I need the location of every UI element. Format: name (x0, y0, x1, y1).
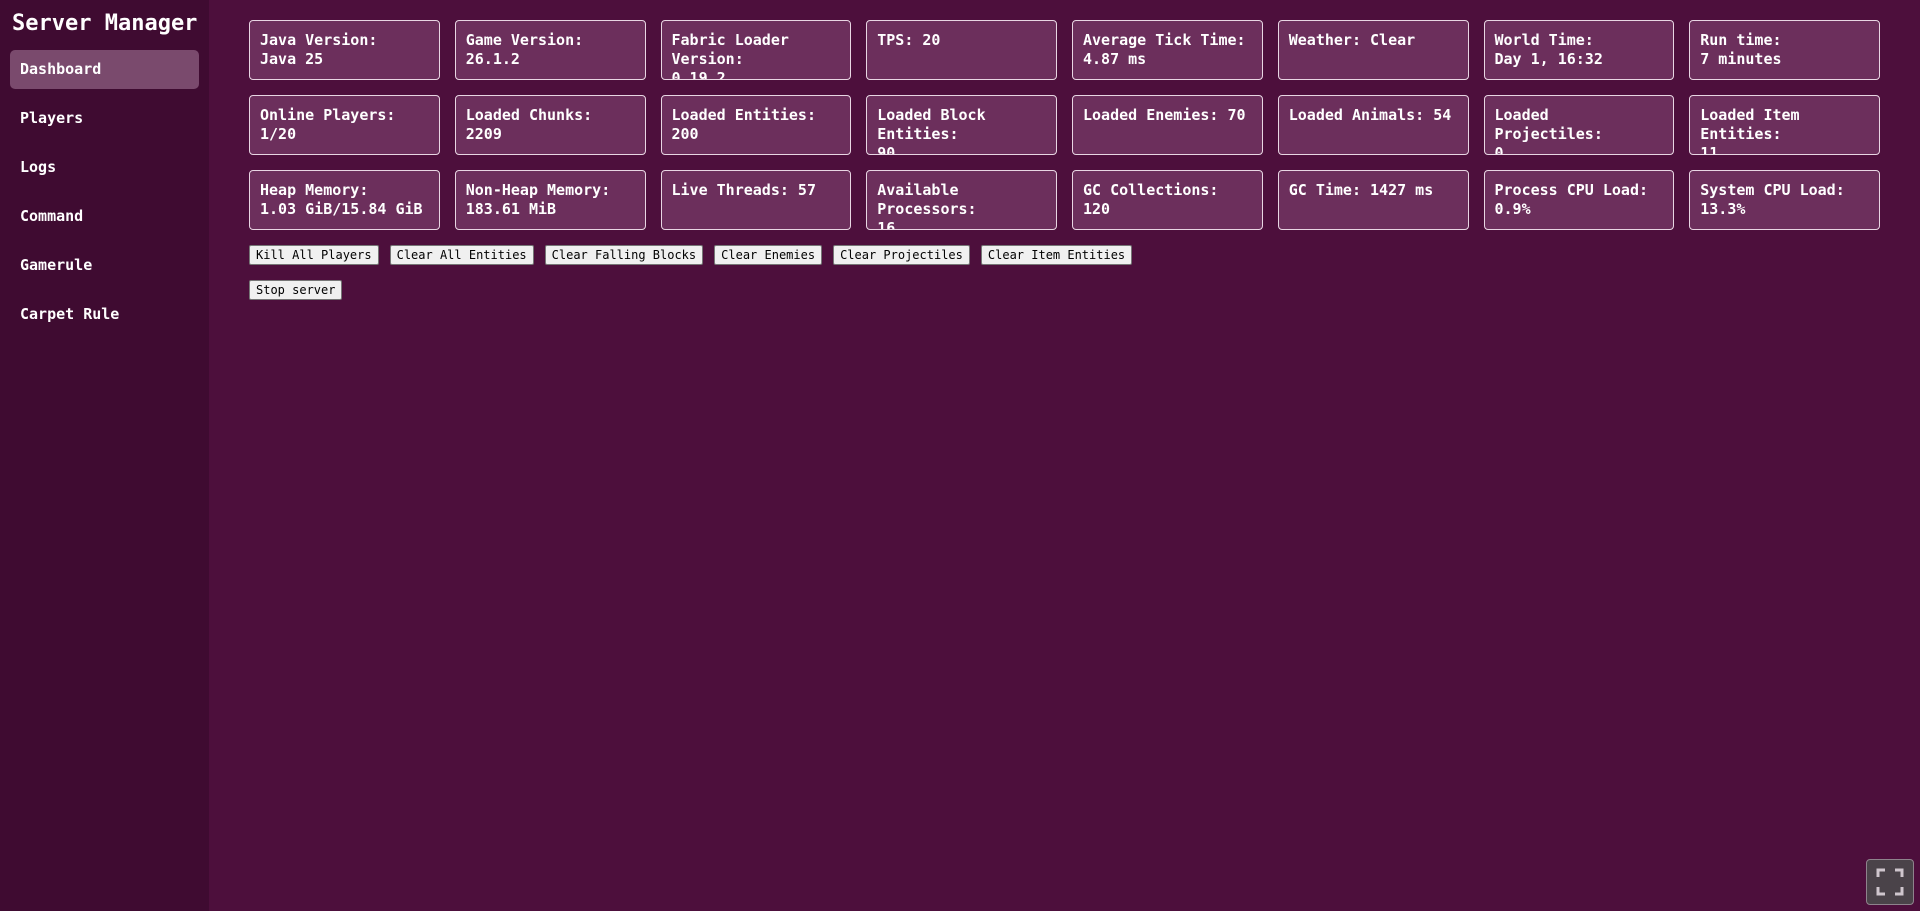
clear-item-entities-button[interactable]: Clear Item Entities (980, 245, 1133, 265)
stat-live-threads: Live Threads: 57 (660, 170, 852, 230)
stat-game-version: Game Version: 26.1.2 (454, 20, 646, 80)
sidebar-nav: Dashboard Players Logs Command Gamerule … (0, 50, 209, 334)
app-root: Server Manager Dashboard Players Logs Co… (0, 0, 1920, 911)
sidebar-item-carpet-rule[interactable]: Carpet Rule (10, 295, 199, 334)
stat-loaded-projectiles: Loaded Projectiles: 0 (1483, 95, 1675, 155)
clear-falling-blocks-button[interactable]: Clear Falling Blocks (544, 245, 704, 265)
stat-gc-collections: GC Collections: 120 (1072, 170, 1263, 230)
fullscreen-button[interactable] (1866, 859, 1914, 905)
stat-loaded-item-entities: Loaded Item Entities: 11 (1689, 95, 1880, 155)
stat-online-players: Online Players: 1/20 (249, 95, 440, 155)
stat-loaded-entities: Loaded Entities: 200 (660, 95, 852, 155)
stat-fabric-loader-version: Fabric Loader Version: 0.19.2 (660, 20, 852, 80)
action-buttons: Kill All Players Clear All Entities Clea… (249, 245, 1880, 265)
sidebar: Server Manager Dashboard Players Logs Co… (0, 0, 209, 911)
sidebar-item-gamerule[interactable]: Gamerule (10, 246, 199, 285)
stat-system-cpu-load: System CPU Load: 13.3% (1689, 170, 1880, 230)
stat-loaded-animals: Loaded Animals: 54 (1277, 95, 1469, 155)
stats-row-server: Java Version: Java 25 Game Version: 26.1… (249, 20, 1880, 80)
stat-non-heap-memory: Non-Heap Memory: 183.61 MiB (454, 170, 646, 230)
stat-java-version: Java Version: Java 25 (249, 20, 440, 80)
stat-available-processors: Available Processors: 16 (866, 170, 1057, 230)
fullscreen-icon (1876, 868, 1904, 896)
server-control-buttons: Stop server (249, 280, 1880, 300)
stop-server-button[interactable]: Stop server (249, 280, 343, 300)
stat-weather: Weather: Clear (1277, 20, 1469, 80)
dashboard-main: Java Version: Java 25 Game Version: 26.1… (209, 0, 1920, 911)
stats-row-system: Heap Memory: 1.03 GiB/15.84 GiB Non-Heap… (249, 170, 1880, 230)
sidebar-item-dashboard[interactable]: Dashboard (10, 50, 199, 89)
sidebar-item-logs[interactable]: Logs (10, 148, 199, 187)
stat-run-time: Run time: 7 minutes (1689, 20, 1880, 80)
stat-world-time: World Time: Day 1, 16:32 (1483, 20, 1675, 80)
stat-gc-time: GC Time: 1427 ms (1277, 170, 1469, 230)
clear-enemies-button[interactable]: Clear Enemies (714, 245, 823, 265)
sidebar-item-players[interactable]: Players (10, 99, 199, 138)
stat-process-cpu-load: Process CPU Load: 0.9% (1483, 170, 1675, 230)
stat-average-tick-time: Average Tick Time: 4.87 ms (1072, 20, 1263, 80)
stat-loaded-enemies: Loaded Enemies: 70 (1072, 95, 1263, 155)
kill-all-players-button[interactable]: Kill All Players (249, 245, 379, 265)
clear-projectiles-button[interactable]: Clear Projectiles (833, 245, 970, 265)
sidebar-item-command[interactable]: Command (10, 197, 199, 236)
stat-heap-memory: Heap Memory: 1.03 GiB/15.84 GiB (249, 170, 440, 230)
app-title: Server Manager (12, 11, 198, 36)
clear-all-entities-button[interactable]: Clear All Entities (389, 245, 534, 265)
stat-tps: TPS: 20 (866, 20, 1057, 80)
stat-loaded-chunks: Loaded Chunks: 2209 (454, 95, 646, 155)
stat-loaded-block-entities: Loaded Block Entities: 90 (866, 95, 1057, 155)
stats-row-world: Online Players: 1/20 Loaded Chunks: 2209… (249, 95, 1880, 155)
